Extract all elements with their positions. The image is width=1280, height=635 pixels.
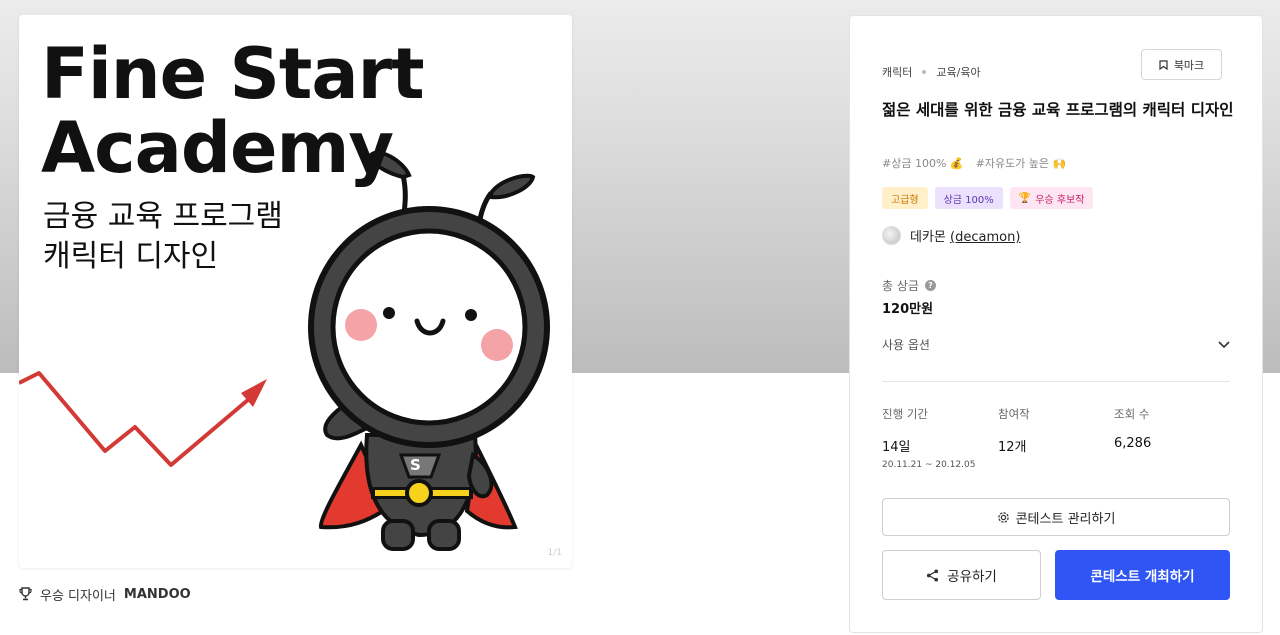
- contest-artwork: Fine Start Academy 금융 교육 프로그램 캐릭터 디자인 S …: [19, 15, 572, 568]
- tag-item[interactable]: #상금 100% 💰: [882, 155, 964, 171]
- author-info[interactable]: 데카몬 (decamon): [882, 226, 1020, 245]
- gear-icon: [997, 511, 1009, 523]
- premium-badge: 고급형: [882, 187, 928, 209]
- mascot-badge-letter: S: [410, 456, 421, 474]
- total-prize-label: 총 상금 ?: [882, 277, 936, 294]
- bookmark-button[interactable]: 북마크: [1141, 49, 1222, 80]
- author-name[interactable]: 데카몬 (decamon): [910, 226, 1020, 245]
- breadcrumb: 캐릭터 교육/육아: [882, 64, 981, 80]
- usage-options-label: 사용 옵션: [882, 338, 930, 352]
- breadcrumb-subcategory[interactable]: 교육/육아: [936, 64, 980, 80]
- prize-badge: 상금 100%: [934, 187, 1003, 209]
- stat-duration: 진행 기간 14일 20.11.21 ~ 20.12.05: [882, 407, 976, 470]
- manage-contest-button[interactable]: 콘테스트 관리하기: [882, 498, 1230, 536]
- breadcrumb-separator: [922, 70, 927, 74]
- share-button[interactable]: 공유하기: [882, 550, 1041, 600]
- tag-list: #상금 100% 💰 #자유도가 높은 🙌: [882, 155, 1066, 171]
- avatar: [882, 226, 901, 245]
- stat-entries: 참여작 12개: [998, 407, 1030, 455]
- winner-name: MANDOO: [123, 586, 191, 602]
- stat-views: 조회 수 6,286: [1114, 407, 1152, 451]
- contest-info-panel: 캐릭터 교육/육아 북마크 젊은 세대를 위한 금융 교육 프로그램의 캐릭터 …: [849, 15, 1263, 633]
- award-badge: 🏆 우승 후보작: [1009, 187, 1094, 209]
- divider: [882, 381, 1230, 382]
- artwork-watermark: 1/1: [547, 548, 562, 558]
- chevron-down-icon: [1218, 340, 1230, 348]
- artwork-title: Fine Start Academy: [41, 33, 425, 189]
- total-prize-value: 120만원: [882, 302, 934, 317]
- host-contest-button[interactable]: 콘테스트 개최하기: [1055, 550, 1230, 600]
- contest-title: 젊은 세대를 위한 금융 교육 프로그램의 캐릭터 디자인: [882, 101, 1234, 119]
- trophy-icon: 🏆: [1018, 192, 1032, 204]
- breadcrumb-category[interactable]: 캐릭터: [882, 64, 912, 80]
- tag-item[interactable]: #자유도가 높은 🙌: [976, 155, 1067, 171]
- winner-label: 우승 디자이너: [40, 588, 116, 604]
- usage-options-toggle[interactable]: 사용 옵션: [882, 336, 1230, 353]
- trophy-icon: [19, 587, 32, 601]
- share-icon: [927, 568, 939, 582]
- bookmark-label: 북마크: [1173, 58, 1205, 72]
- badge-list: 고급형 상금 100% 🏆 우승 후보작: [882, 187, 1094, 209]
- bookmark-icon: [1159, 59, 1168, 70]
- artwork-subtitle: 금융 교육 프로그램 캐릭터 디자인: [43, 199, 283, 274]
- winner-info: 우승 디자이너 MANDOO: [19, 584, 191, 604]
- help-icon[interactable]: ?: [924, 280, 936, 291]
